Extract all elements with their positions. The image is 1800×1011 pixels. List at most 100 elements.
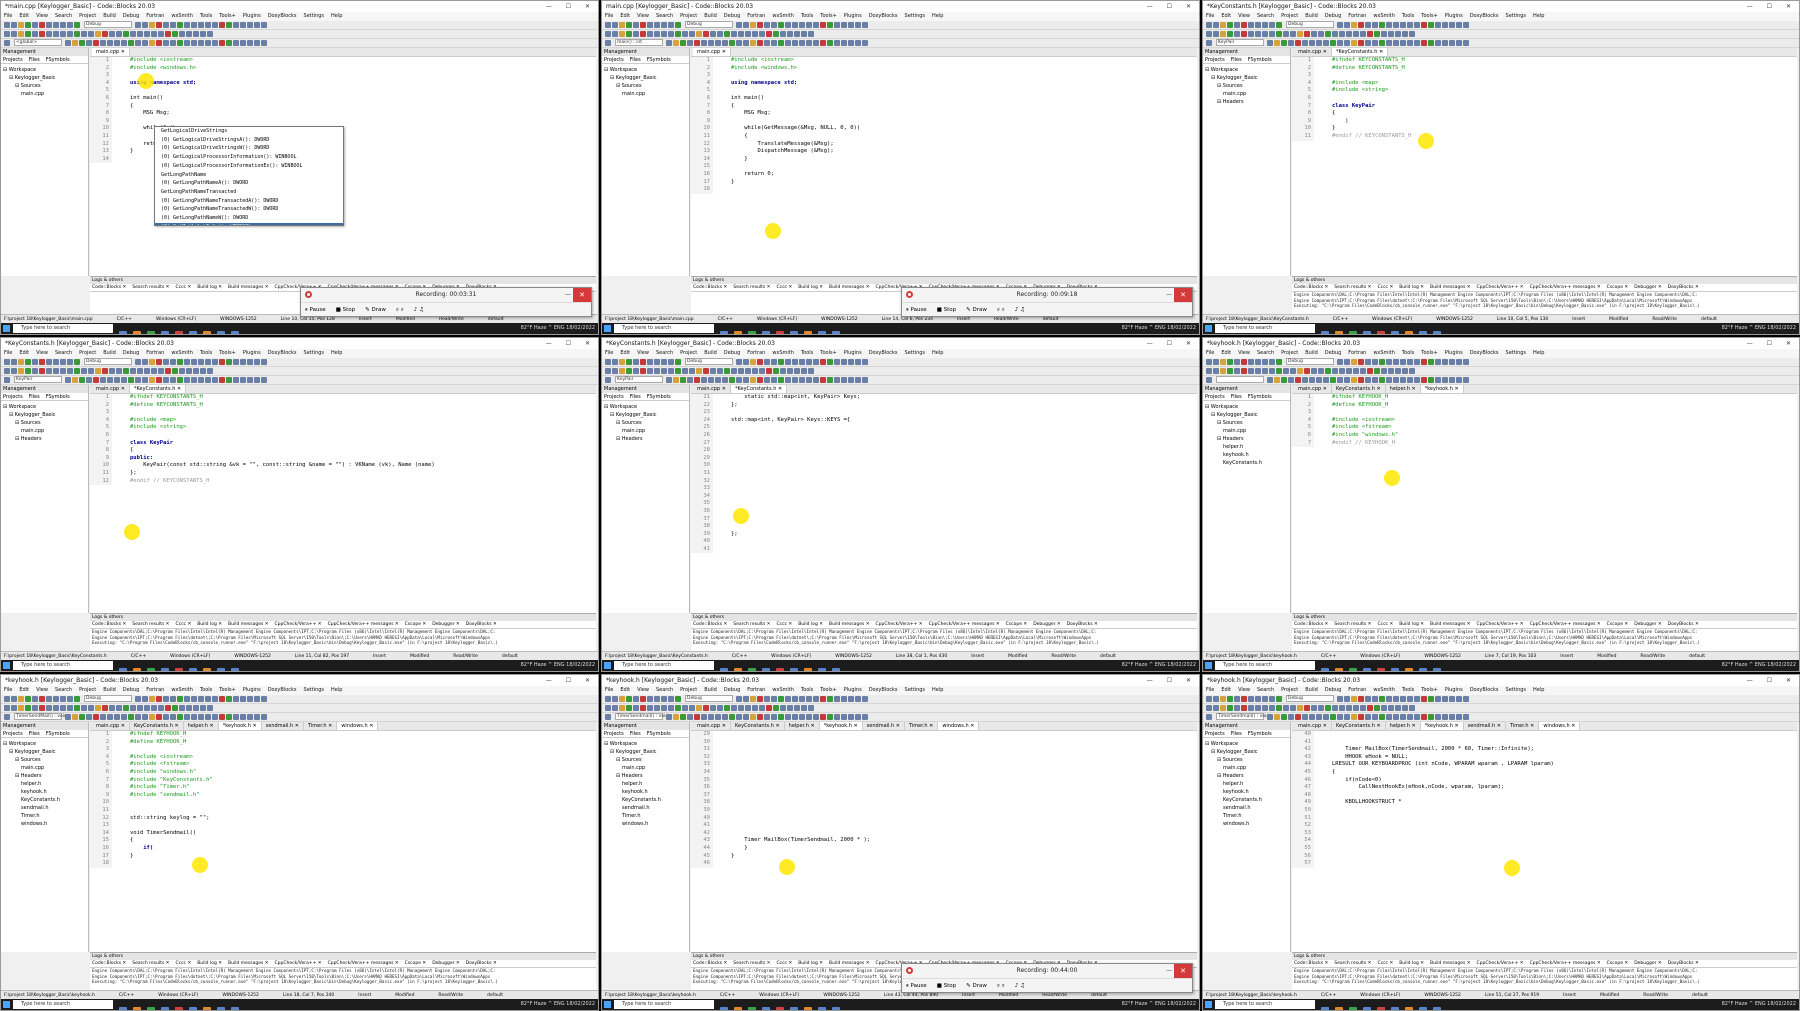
toolbar-button-icon[interactable] (703, 368, 709, 374)
toolbar-button-icon[interactable] (778, 377, 784, 383)
toolbar-button-icon[interactable] (123, 368, 129, 374)
log-tab[interactable]: DoxyBlocks ✕ (1668, 622, 1699, 627)
toolbar-button-icon[interactable] (855, 359, 861, 365)
toolbar-button-icon[interactable] (848, 359, 854, 365)
tab-fsymbols[interactable]: FSymbols (647, 57, 671, 63)
toolbar-button-icon[interactable] (172, 368, 178, 374)
toolbar-button-icon[interactable] (207, 368, 213, 374)
toolbar-button-icon[interactable] (86, 714, 92, 720)
build-target-select[interactable]: Debug (1286, 21, 1334, 28)
toolbar-button-icon[interactable] (100, 40, 106, 46)
toolbar-button-icon[interactable] (1220, 368, 1226, 374)
log-tab[interactable]: CppCheck/Vera++ ✕ (1477, 622, 1524, 627)
windows-start-icon[interactable] (604, 1001, 611, 1008)
menu-view[interactable]: View (36, 13, 48, 19)
toolbar-button-icon[interactable] (191, 696, 197, 702)
toolbar-button-icon[interactable] (177, 359, 183, 365)
toolbar-button-icon[interactable] (163, 714, 169, 720)
tree-file[interactable]: helper.h (1205, 443, 1288, 451)
taskbar-app-icon[interactable] (1363, 331, 1371, 334)
menu-tools[interactable]: Tools (801, 350, 813, 356)
window-controls[interactable]: — ☐ ✕ (546, 1, 596, 12)
toolbar-button-icon[interactable] (743, 377, 749, 383)
toolbar-button-icon[interactable] (86, 40, 92, 46)
toolbar-button-icon[interactable] (701, 714, 707, 720)
toolbar-button-icon[interactable] (675, 31, 681, 37)
menu-settings[interactable]: Settings (304, 350, 325, 356)
taskbar-app-icon[interactable] (1433, 668, 1441, 671)
toolbar-button-icon[interactable] (1381, 31, 1387, 37)
toolbar-button-icon[interactable] (1442, 696, 1448, 702)
toolbar-button-icon[interactable] (1449, 377, 1455, 383)
tree-folder[interactable]: ⊟ Headers (1205, 772, 1288, 780)
toolbar-button-icon[interactable] (137, 705, 143, 711)
toolbar-button-icon[interactable] (109, 368, 115, 374)
toolbar-button-icon[interactable] (1318, 368, 1324, 374)
toolbar-button-icon[interactable] (1241, 22, 1247, 28)
toolbar-button-icon[interactable] (778, 359, 784, 365)
toolbar-button-icon[interactable] (93, 714, 99, 720)
menu-view[interactable]: View (36, 687, 48, 693)
toolbar-button-icon[interactable] (18, 368, 24, 374)
toolbar-button-icon[interactable] (1234, 359, 1240, 365)
toolbar-button-icon[interactable] (1374, 368, 1380, 374)
tree-workspace[interactable]: ⊟ Workspace (3, 66, 86, 74)
taskbar-app-icon[interactable] (161, 331, 169, 334)
toolbar-button-icon[interactable] (661, 359, 667, 365)
toolbar-button-icon[interactable] (53, 31, 59, 37)
menu-edit[interactable]: Edit (19, 687, 29, 693)
build-target-select[interactable]: Debug (685, 21, 733, 28)
toolbar-button-icon[interactable] (827, 359, 833, 365)
menu-file[interactable]: File (1206, 350, 1214, 356)
toolbar-button-icon[interactable] (1407, 359, 1413, 365)
toolbar-button-icon[interactable] (792, 696, 798, 702)
tree-file[interactable]: keyhook.h (1205, 788, 1288, 796)
toolbar-button-icon[interactable] (95, 31, 101, 37)
toolbar-button-icon[interactable] (46, 368, 52, 374)
tab-files[interactable]: Files (29, 394, 40, 400)
toolbar-button-icon[interactable] (205, 696, 211, 702)
toolbar-button-icon[interactable] (1409, 368, 1415, 374)
log-tab[interactable]: DoxyBlocks ✕ (466, 622, 497, 627)
toolbar-button-icon[interactable] (1234, 22, 1240, 28)
toolbar-button-icon[interactable] (184, 696, 190, 702)
toolbar-button-icon[interactable] (254, 714, 260, 720)
toolbar-button-icon[interactable] (1386, 377, 1392, 383)
toolbar-button-icon[interactable] (191, 714, 197, 720)
toolbar-button-icon[interactable] (708, 377, 714, 383)
log-tab[interactable]: Build log ✕ (798, 961, 823, 966)
toolbar-button-icon[interactable] (1241, 359, 1247, 365)
toolbar-button-icon[interactable] (757, 714, 763, 720)
taskbar-app-icon[interactable] (776, 668, 784, 671)
tree-folder[interactable]: ⊟ Sources (3, 756, 86, 764)
toolbar-button-icon[interactable] (787, 705, 793, 711)
toolbar-button-icon[interactable] (170, 714, 176, 720)
menu-settings[interactable]: Settings (905, 13, 926, 19)
tab-files[interactable]: Files (1231, 731, 1242, 737)
toolbar-button-icon[interactable] (130, 31, 136, 37)
toolbar-button-icon[interactable] (1297, 705, 1303, 711)
toolbar-button-icon[interactable] (855, 40, 861, 46)
editor-tab[interactable]: main.cpp ✕ (693, 722, 731, 730)
toolbar-button-icon[interactable] (142, 22, 148, 28)
toolbar-button-icon[interactable] (745, 705, 751, 711)
windows-start-icon[interactable] (1205, 662, 1212, 669)
toolbar-button-icon[interactable] (163, 359, 169, 365)
toolbar-button-icon[interactable] (254, 22, 260, 28)
toolbar-button-icon[interactable] (170, 40, 176, 46)
tree-file[interactable]: KeyConstants.h (3, 796, 86, 804)
toolbar-button-icon[interactable] (1325, 31, 1331, 37)
toolbar-button-icon[interactable] (1379, 696, 1385, 702)
log-tab[interactable]: Build log ✕ (798, 285, 823, 290)
toolbar-button-icon[interactable] (172, 705, 178, 711)
toolbar-button-icon[interactable] (1365, 359, 1371, 365)
toolbar-button-icon[interactable] (759, 31, 765, 37)
toolbar-button-icon[interactable] (1281, 714, 1287, 720)
zoom-icon[interactable]: ⌕ ⌕ (997, 307, 1005, 313)
toolbar-button-icon[interactable] (1365, 40, 1371, 46)
toolbar-button-icon[interactable] (1428, 377, 1434, 383)
log-tab[interactable]: Code::Blocks ✕ (92, 285, 126, 290)
log-tab[interactable]: Build log ✕ (197, 961, 222, 966)
toolbar-button-icon[interactable] (1379, 359, 1385, 365)
menu-help[interactable]: Help (1533, 350, 1544, 356)
